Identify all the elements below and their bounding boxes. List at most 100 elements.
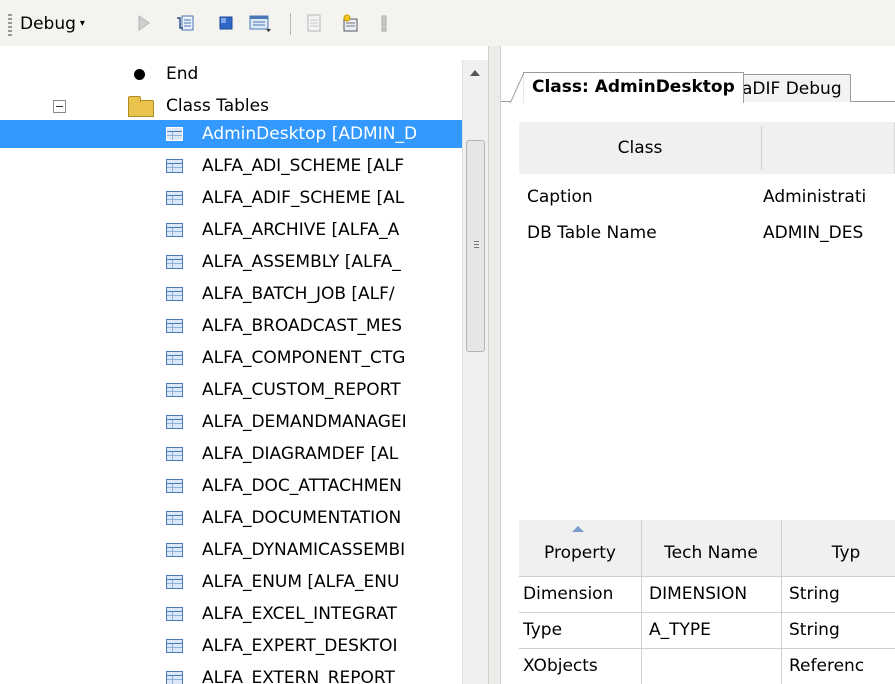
tree-item-class-table[interactable]: ALFA_ADI_SCHEME [ALF	[0, 152, 462, 180]
table-icon	[166, 191, 183, 205]
tree-item-class-table[interactable]: ALFA_EXTERN_REPORT	[0, 664, 462, 684]
tree-item-class-table[interactable]: AdminDesktop [ADMIN_D	[0, 120, 462, 148]
new-item-icon[interactable]	[340, 13, 360, 33]
row-divider	[519, 576, 895, 577]
table-icon	[166, 319, 183, 333]
properties-grid: Property Tech Name Typ Dimension DIMENSI…	[519, 520, 895, 684]
debug-menu-button[interactable]: Debug ▾	[20, 12, 85, 36]
db-table-name-label: DB Table Name	[527, 223, 657, 243]
splitter[interactable]	[488, 46, 501, 684]
class-column-header[interactable]: Class	[519, 122, 761, 174]
tree-item-label: ALFA_ENUM [ALFA_ENU	[202, 572, 400, 592]
stop-icon[interactable]	[216, 13, 236, 33]
tree-item-label: ALFA_ADI_SCHEME [ALF	[202, 156, 405, 176]
tree-folder-class-tables[interactable]: Class Tables	[0, 92, 462, 120]
grid-cell-property[interactable]: Type	[523, 617, 562, 643]
tab-adif-debug[interactable]: aDIF Debug	[733, 74, 851, 102]
debug-menu-label: Debug	[20, 14, 76, 34]
table-icon	[166, 127, 183, 141]
tree-item-label: Class Tables	[166, 96, 269, 116]
play-icon[interactable]	[134, 13, 154, 33]
tree-item-label: ALFA_BROADCAST_MES	[202, 316, 403, 336]
toolbar: Debug ▾	[0, 0, 895, 46]
class-tree[interactable]: End Class Tables AdminDesktop [ADMIN_D AL…	[0, 60, 488, 684]
tree-item-label: ALFA_DIAGRAMDEF [AL	[202, 444, 399, 464]
table-icon	[166, 447, 183, 461]
grid-cell-type[interactable]: String	[789, 617, 840, 643]
tree-item-class-table[interactable]: ALFA_ARCHIVE [ALFA_A	[0, 216, 462, 244]
tree-scrollbar[interactable]	[462, 60, 488, 684]
table-icon	[166, 607, 183, 621]
collapse-icon[interactable]	[53, 100, 66, 113]
tree-item-label: ALFA_DYNAMICASSEMBI	[202, 540, 406, 560]
tree-item-class-table[interactable]: ALFA_DOCUMENTATION	[0, 504, 462, 532]
table-icon	[166, 543, 183, 557]
scroll-up-arrow-icon[interactable]	[470, 70, 480, 76]
scroll-thumb[interactable]	[466, 140, 485, 352]
caption-label: Caption	[527, 187, 593, 207]
table-icon	[166, 415, 183, 429]
table-icon	[166, 479, 183, 493]
tree-item-class-table[interactable]: ALFA_DEMANDMANAGEI	[0, 408, 462, 436]
table-icon	[166, 255, 183, 269]
row-divider	[519, 648, 895, 649]
column-divider	[641, 520, 642, 684]
tree-item-end[interactable]: End	[0, 60, 462, 88]
tree-item-label: ALFA_ASSEMBLY [ALFA_	[202, 252, 401, 272]
tree-item-class-table[interactable]: ALFA_CUSTOM_REPORT	[0, 376, 462, 404]
tab-label: Class: AdminDesktop	[532, 77, 735, 97]
tree-item-label: ALFA_CUSTOM_REPORT	[202, 380, 401, 400]
table-icon	[166, 575, 183, 589]
property-column-header[interactable]: Property	[519, 520, 641, 576]
column-divider	[761, 126, 762, 170]
tree-item-label: ALFA_DOCUMENTATION	[202, 508, 402, 528]
tree-item-class-table[interactable]: ALFA_COMPONENT_CTG	[0, 344, 462, 372]
tree-item-label: End	[166, 64, 199, 84]
tree-item-class-table[interactable]: ALFA_ASSEMBLY [ALFA_	[0, 248, 462, 276]
tree-item-class-table[interactable]: ALFA_BATCH_JOB [ALF/	[0, 280, 462, 308]
document-icon[interactable]	[304, 13, 324, 33]
toolbar-separator	[290, 13, 291, 35]
tree-item-class-table[interactable]: ALFA_DOC_ATTACHMEN	[0, 472, 462, 500]
tree-item-class-table[interactable]: ALFA_BROADCAST_MES	[0, 312, 462, 340]
tech-name-column-header[interactable]: Tech Name	[641, 520, 781, 576]
tree-item-label: ALFA_DEMANDMANAGEI	[202, 412, 407, 432]
grid-header: Property Tech Name Typ	[519, 520, 895, 576]
row-divider	[519, 612, 895, 613]
tree-item-class-table[interactable]: ALFA_EXCEL_INTEGRAT	[0, 600, 462, 628]
grid-cell-tech-name[interactable]: DIMENSION	[649, 581, 747, 607]
tree-item-label: ALFA_DOC_ATTACHMEN	[202, 476, 402, 496]
class-table-header: Class	[519, 122, 895, 174]
folder-icon	[128, 96, 154, 117]
window-icon[interactable]	[248, 13, 272, 33]
tree-item-class-table[interactable]: ALFA_DYNAMICASSEMBI	[0, 536, 462, 564]
grid-cell-tech-name[interactable]: A_TYPE	[649, 617, 711, 643]
tree-item-class-table[interactable]: ALFA_ADIF_SCHEME [AL	[0, 184, 462, 212]
tree-item-label: ALFA_EXTERN_REPORT	[202, 668, 395, 684]
grip-icon	[474, 241, 479, 248]
caption-value[interactable]: Administrati	[763, 182, 866, 212]
tree-item-class-table[interactable]: ALFA_ENUM [ALFA_ENU	[0, 568, 462, 596]
tree-item-label: ALFA_BATCH_JOB [ALF/	[202, 284, 395, 304]
tree-item-class-table[interactable]: ALFA_EXPERT_DESKTOI	[0, 632, 462, 660]
table-icon	[166, 511, 183, 525]
table-icon	[166, 223, 183, 237]
table-icon	[166, 351, 183, 365]
tree-item-label: ALFA_COMPONENT_CTG	[202, 348, 406, 368]
grid-cell-type[interactable]: String	[789, 581, 840, 607]
table-icon	[166, 383, 183, 397]
step-into-icon[interactable]	[176, 13, 196, 33]
exclamation-icon[interactable]	[374, 13, 394, 33]
grid-cell-property[interactable]: Dimension	[523, 581, 613, 607]
tab-class-admindesktop[interactable]: Class: AdminDesktop	[510, 72, 744, 103]
type-column-header[interactable]: Typ	[781, 520, 895, 576]
grid-cell-type[interactable]: Referenc	[789, 653, 864, 679]
db-table-name-value[interactable]: ADMIN_DES	[763, 218, 863, 248]
tree-item-label: ALFA_ARCHIVE [ALFA_A	[202, 220, 400, 240]
tree-item-class-table[interactable]: ALFA_DIAGRAMDEF [AL	[0, 440, 462, 468]
tree-item-label: ALFA_EXCEL_INTEGRAT	[202, 604, 398, 624]
toolbar-grip[interactable]	[8, 14, 12, 36]
grid-cell-property[interactable]: XObjects	[523, 653, 598, 679]
tab-label: aDIF Debug	[742, 79, 842, 99]
tab-edge	[510, 73, 524, 103]
